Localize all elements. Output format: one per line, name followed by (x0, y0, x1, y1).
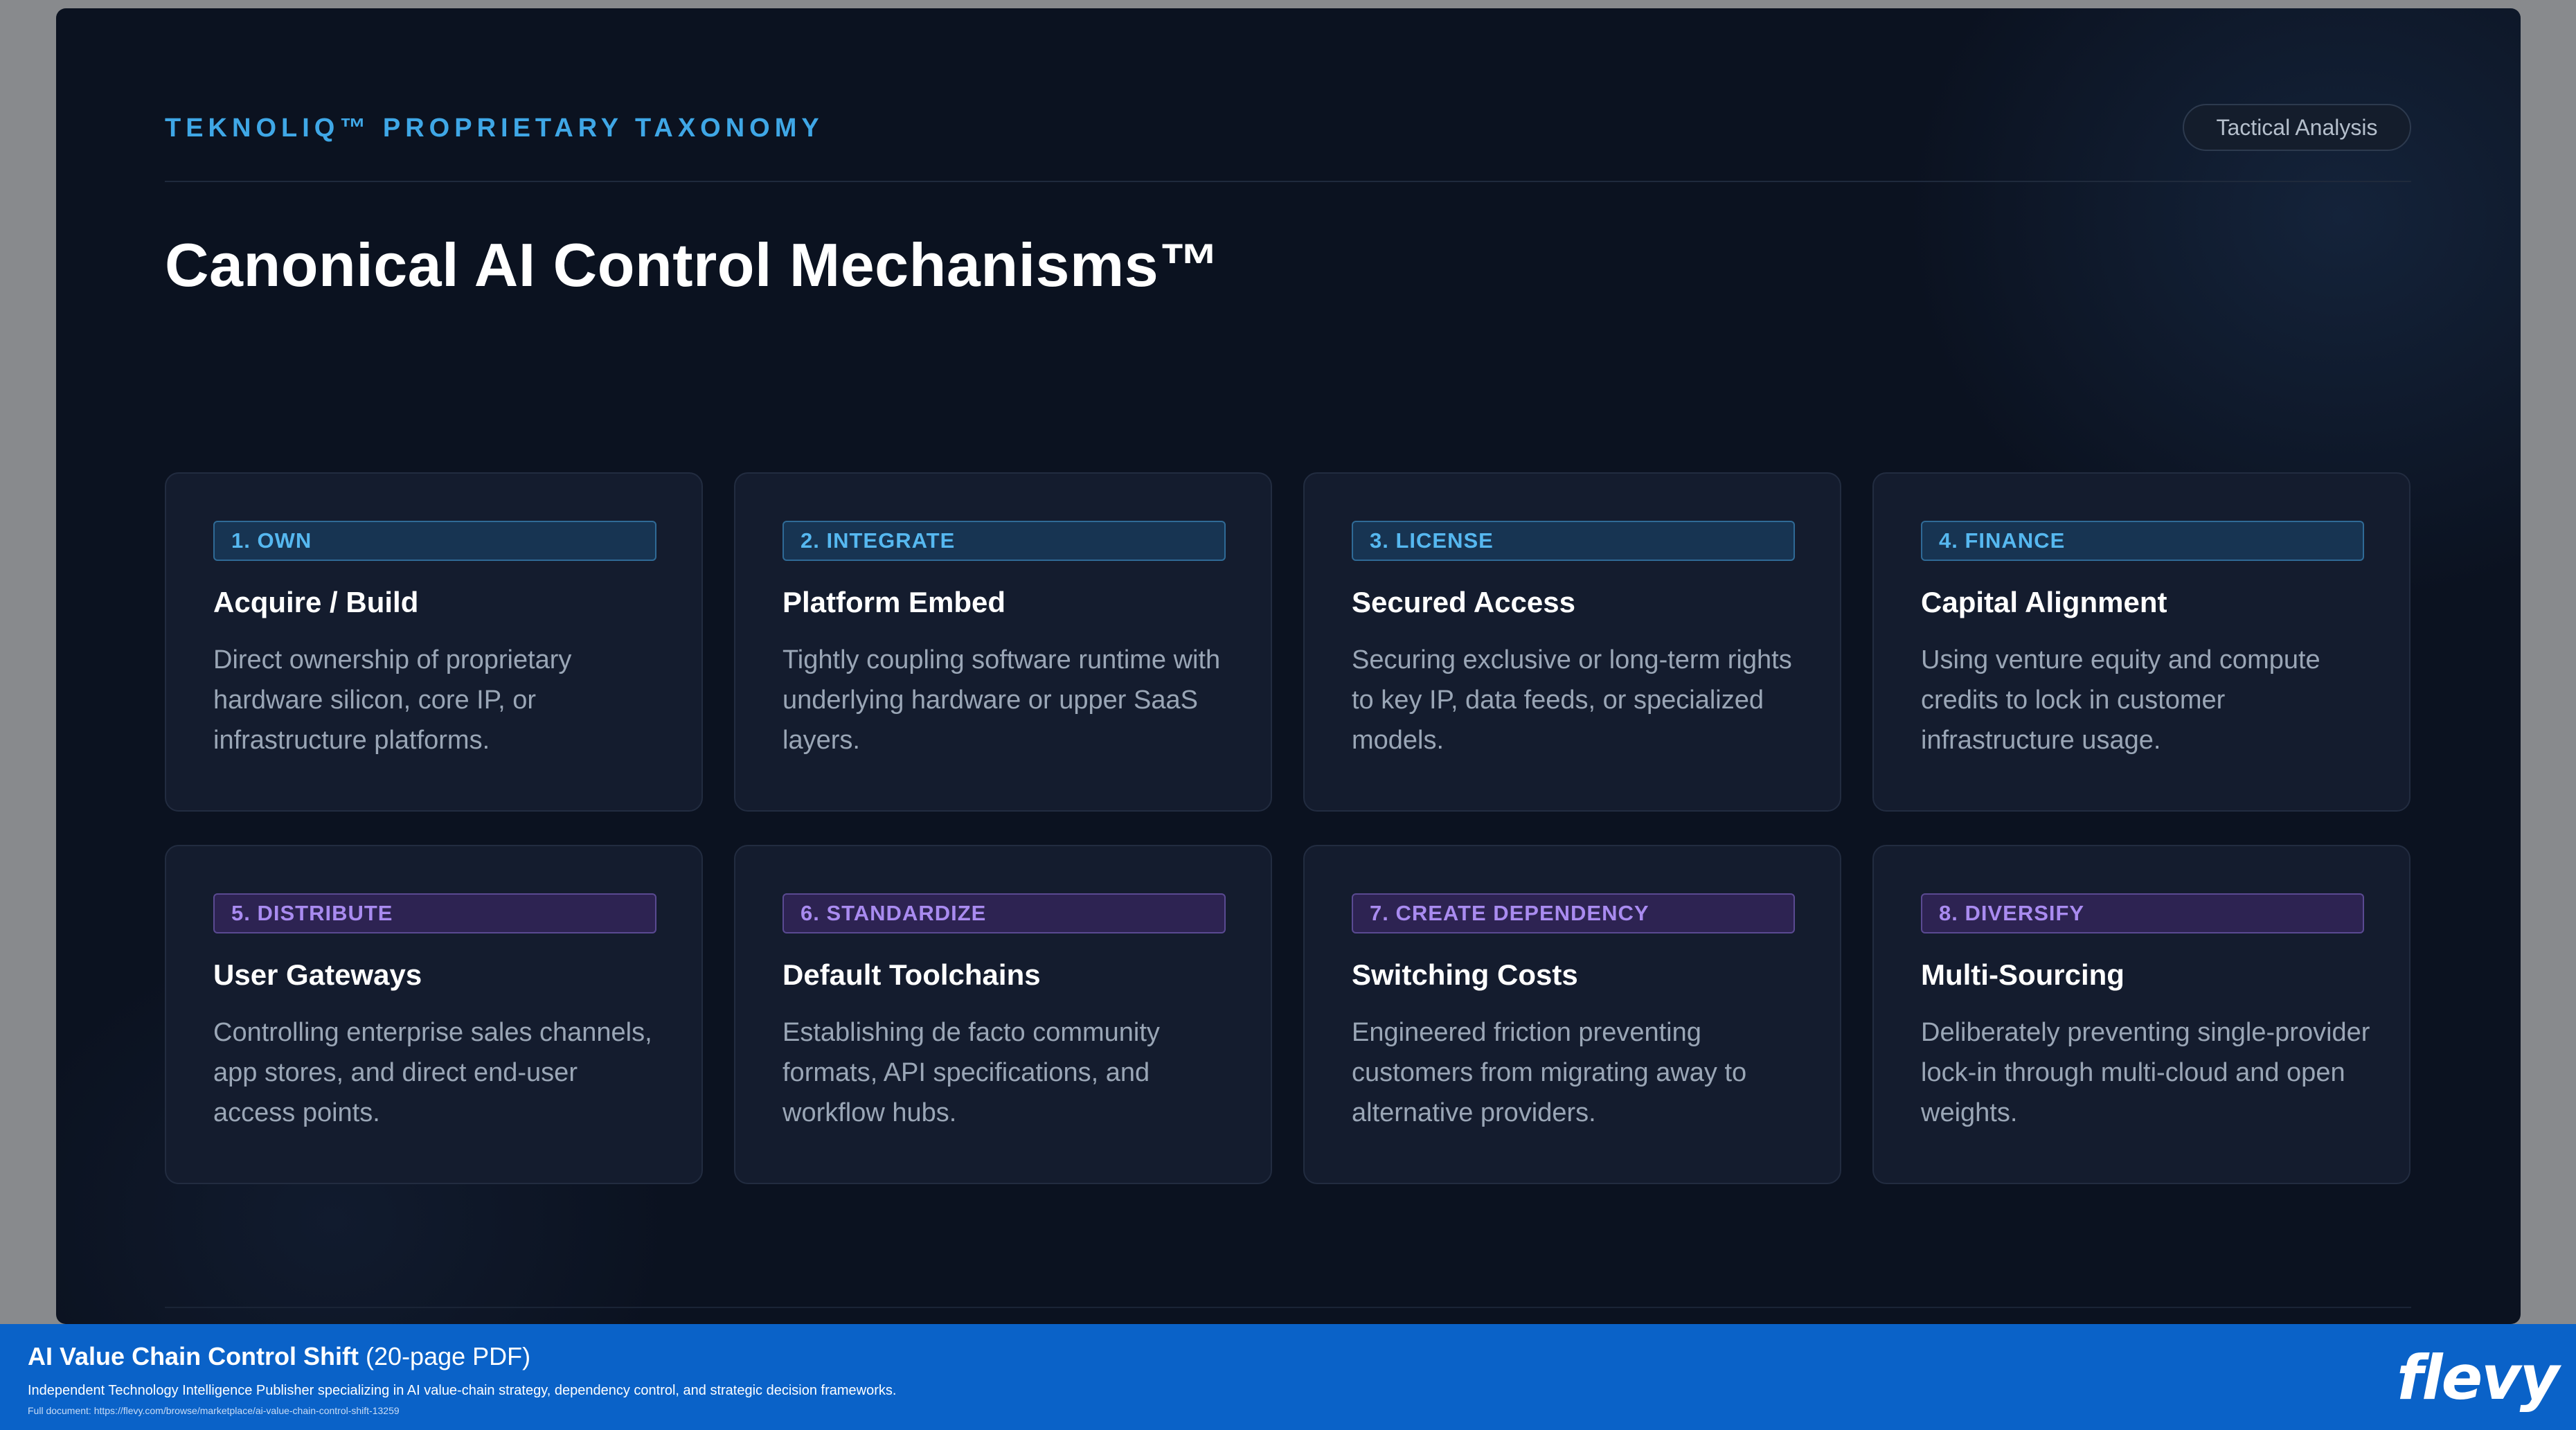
card-tag: 2. INTEGRATE (782, 521, 1226, 561)
card-title: User Gateways (213, 958, 422, 991)
card-description: Engineered friction preventing customers… (1352, 1018, 1747, 1127)
card-description: Using venture equity and compute credits… (1921, 645, 2320, 755)
mechanism-grid: 1. OWN Acquire / Build Direct ownership … (165, 472, 2411, 1184)
card-tag: 3. LICENSE (1352, 521, 1795, 561)
banner-subtitle: Independent Technology Intelligence Publ… (28, 1383, 897, 1398)
mechanism-card-create-dependency: 7. CREATE DEPENDENCY Switching Costs Eng… (1303, 845, 1841, 1184)
card-tag: 7. CREATE DEPENDENCY (1352, 893, 1795, 933)
card-tag: 1. OWN (213, 521, 656, 561)
card-description: Tightly coupling software runtime with u… (782, 645, 1221, 755)
card-title: Platform Embed (782, 586, 1006, 618)
card-title: Switching Costs (1352, 958, 1578, 991)
card-title: Multi-Sourcing (1921, 958, 2125, 991)
card-description: Controlling enterprise sales channels, a… (213, 1018, 652, 1127)
banner-title-bold: AI Value Chain Control Shift (28, 1342, 359, 1370)
card-title: Default Toolchains (782, 958, 1041, 991)
card-description: Securing exclusive or long-term rights t… (1352, 645, 1792, 755)
footer-divider (165, 1307, 2411, 1308)
card-title: Acquire / Build (213, 586, 419, 618)
card-description: Deliberately preventing single-provider … (1921, 1018, 2370, 1127)
banner-title: AI Value Chain Control Shift (20-page PD… (28, 1342, 530, 1371)
slide-header: TEKNOLIQ™ PROPRIETARY TAXONOMY Tactical … (165, 97, 2411, 182)
card-description: Establishing de facto community formats,… (782, 1018, 1160, 1127)
card-tag: 4. FINANCE (1921, 521, 2364, 561)
mechanism-card-license: 3. LICENSE Secured Access Securing exclu… (1303, 472, 1841, 812)
card-title: Capital Alignment (1921, 586, 2167, 618)
document-banner: AI Value Chain Control Shift (20-page PD… (0, 1324, 2576, 1430)
mechanism-card-finance: 4. FINANCE Capital Alignment Using ventu… (1872, 472, 2410, 812)
mechanism-card-distribute: 5. DISTRIBUTE User Gateways Controlling … (165, 845, 703, 1184)
flevy-logo: flevy (2397, 1342, 2559, 1413)
mechanism-card-diversify: 8. DIVERSIFY Multi-Sourcing Deliberately… (1872, 845, 2410, 1184)
slide-title: Canonical AI Control Mechanisms™ (165, 231, 1220, 299)
banner-title-rest: (20-page PDF) (359, 1342, 531, 1370)
card-title: Secured Access (1352, 586, 1575, 618)
card-tag: 8. DIVERSIFY (1921, 893, 2364, 933)
slide: TEKNOLIQ™ PROPRIETARY TAXONOMY Tactical … (56, 8, 2521, 1324)
tactical-analysis-pill: Tactical Analysis (2183, 104, 2411, 151)
card-tag: 6. STANDARDIZE (782, 893, 1226, 933)
banner-url-link[interactable]: Full document: https://flevy.com/browse/… (28, 1405, 400, 1416)
card-description: Direct ownership of proprietary hardware… (213, 645, 572, 755)
mechanism-card-integrate: 2. INTEGRATE Platform Embed Tightly coup… (734, 472, 1272, 812)
card-tag: 5. DISTRIBUTE (213, 893, 656, 933)
mechanism-card-own: 1. OWN Acquire / Build Direct ownership … (165, 472, 703, 812)
mechanism-card-standardize: 6. STANDARDIZE Default Toolchains Establ… (734, 845, 1272, 1184)
kicker-label: TEKNOLIQ™ PROPRIETARY TAXONOMY (165, 114, 824, 143)
